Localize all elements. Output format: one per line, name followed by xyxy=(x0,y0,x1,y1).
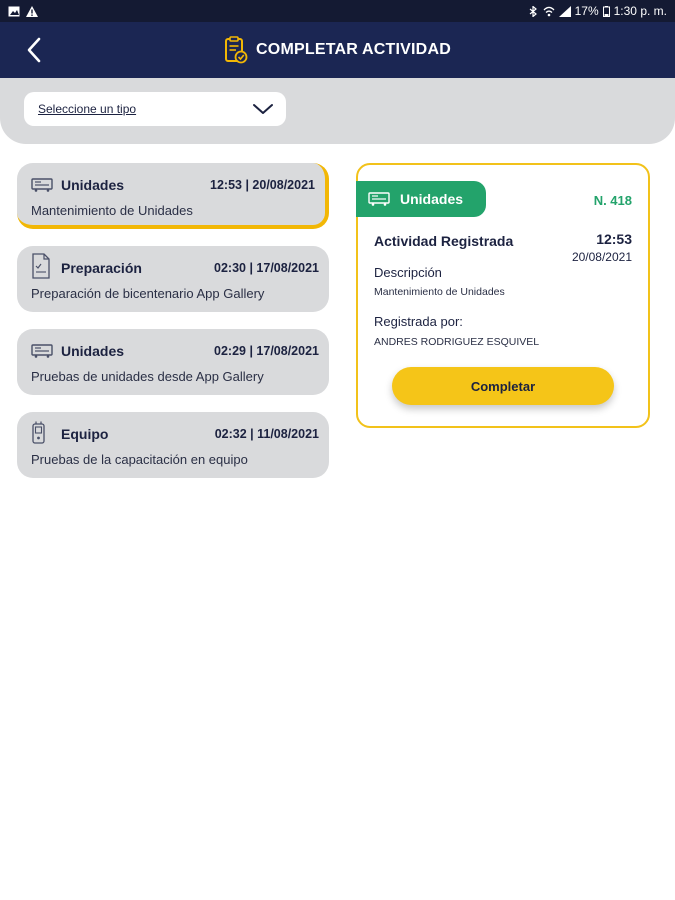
truck-icon xyxy=(368,192,390,206)
activity-card[interactable]: Preparación 02:30 | 17/08/2021 Preparaci… xyxy=(17,246,329,312)
app-header: COMPLETAR ACTIVIDAD xyxy=(0,22,675,78)
activity-description: Pruebas de unidades desde App Gallery xyxy=(31,369,264,384)
activity-description: Preparación de bicentenario App Gallery xyxy=(31,286,265,301)
detail-description: Mantenimiento de Unidades xyxy=(374,286,505,298)
activity-card[interactable]: Unidades 02:29 | 17/08/2021 Pruebas de u… xyxy=(17,329,329,395)
equipment-icon xyxy=(32,421,45,444)
detail-registered-label: Actividad Registrada xyxy=(374,233,514,249)
signal-icon xyxy=(558,5,571,17)
activity-time: 02:32 | 11/08/2021 xyxy=(214,427,319,441)
truck-icon xyxy=(31,178,53,192)
status-bar: 17% 1:30 p. m. xyxy=(0,0,675,22)
activity-type: Equipo xyxy=(61,426,109,442)
image-icon xyxy=(8,6,20,16)
activity-type: Unidades xyxy=(61,343,125,359)
complete-button[interactable]: Completar xyxy=(392,367,614,405)
battery-icon xyxy=(602,5,610,17)
activity-card[interactable]: Equipo 02:32 | 11/08/2021 Pruebas de la … xyxy=(17,412,329,478)
document-icon xyxy=(32,253,50,279)
truck-icon xyxy=(31,344,53,358)
wifi-icon xyxy=(543,6,555,16)
activity-card[interactable]: Unidades 12:53 | 20/08/2021 Mantenimient… xyxy=(17,163,329,229)
detail-registered-by: ANDRES RODRIGUEZ ESQUIVEL xyxy=(374,336,540,348)
activity-time: 02:29 | 17/08/2021 xyxy=(214,344,319,358)
filter-bar: Seleccione un tipo xyxy=(0,78,675,144)
activity-description: Mantenimiento de Unidades xyxy=(31,203,193,218)
detail-date: 20/08/2021 xyxy=(571,250,632,264)
detail-number: N. 418 xyxy=(593,193,632,208)
warning-icon xyxy=(26,5,38,17)
chevron-left-icon xyxy=(27,37,41,63)
page-title: COMPLETAR ACTIVIDAD xyxy=(256,41,451,58)
detail-description-label: Descripción xyxy=(374,265,442,280)
bluetooth-icon xyxy=(529,5,537,17)
activity-type: Unidades xyxy=(61,177,125,193)
back-button[interactable] xyxy=(20,34,48,66)
detail-type-badge: Unidades xyxy=(356,181,486,217)
chevron-down-icon xyxy=(253,104,273,114)
activity-detail-panel: Unidades N. 418 Actividad Registrada 12:… xyxy=(356,163,650,428)
activity-time: 12:53 | 20/08/2021 xyxy=(210,178,315,192)
battery-percent: 17% xyxy=(574,4,599,18)
detail-time: 12:53 xyxy=(596,231,632,247)
type-select[interactable]: Seleccione un tipo xyxy=(24,92,286,126)
activity-time: 02:30 | 17/08/2021 xyxy=(214,261,319,275)
detail-registered-by-label: Registrada por: xyxy=(374,314,463,329)
activity-type: Preparación xyxy=(61,260,142,276)
clipboard-check-icon xyxy=(225,36,248,64)
activity-description: Pruebas de la capacitación en equipo xyxy=(31,452,248,467)
detail-type-label: Unidades xyxy=(400,191,464,207)
status-time: 1:30 p. m. xyxy=(613,4,667,18)
type-select-placeholder: Seleccione un tipo xyxy=(38,102,137,116)
